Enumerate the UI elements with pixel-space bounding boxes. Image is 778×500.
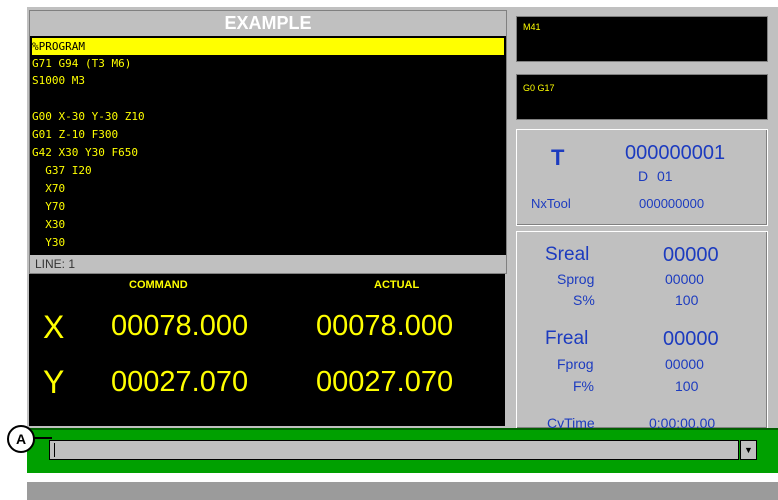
- axis-label-x: X: [43, 309, 65, 345]
- tool-panel: T 000000001 D 01 NxTool 000000000: [516, 129, 768, 226]
- fpct-value: 100: [675, 378, 699, 394]
- fprog-label: Fprog: [557, 356, 594, 372]
- program-line[interactable]: G01 Z-10 F300: [32, 126, 504, 143]
- program-line[interactable]: G42 X30 Y30 F650: [32, 144, 504, 161]
- command-value-x: 00078.000: [111, 310, 249, 342]
- program-title: EXAMPLE: [30, 11, 506, 36]
- spindle-feed-panel: Sreal 00000 Sprog 00000 S% 100 Freal 000…: [516, 231, 768, 429]
- line-indicator: LINE: 1: [35, 257, 76, 271]
- command-line-bar: ▼: [27, 428, 778, 473]
- g-codes-box: G0 G17: [516, 74, 768, 120]
- tool-d-label: D: [638, 168, 649, 184]
- program-line[interactable]: X30: [32, 216, 504, 233]
- cycle-time-label: CyTime: [547, 415, 595, 429]
- spct-label: S%: [573, 292, 595, 308]
- program-line[interactable]: Y30: [32, 234, 504, 251]
- command-header: COMMAND: [129, 279, 188, 291]
- tool-number: 000000001: [625, 142, 726, 164]
- sprog-label: Sprog: [557, 271, 595, 287]
- coordinates-panel: COMMAND ACTUAL X 00078.000 00078.000 Y 0…: [29, 274, 505, 426]
- sprog-value: 00000: [665, 271, 704, 287]
- actual-value-x: 00078.000: [316, 310, 454, 342]
- chevron-down-icon[interactable]: ▼: [740, 440, 757, 460]
- program-line[interactable]: G37 I20: [32, 162, 504, 179]
- tool-label: T: [551, 145, 565, 170]
- spct-value: 100: [675, 292, 699, 308]
- program-panel: EXAMPLE %PROGRAM G71 G94 (T3 M6) S1000 M…: [29, 10, 507, 274]
- g-codes-text: G0 G17: [523, 83, 555, 93]
- next-tool-value: 000000000: [639, 196, 705, 211]
- m-codes-box: M41: [516, 16, 768, 62]
- actual-header: ACTUAL: [374, 279, 420, 291]
- command-input[interactable]: [49, 440, 739, 460]
- m-codes-text: M41: [523, 22, 541, 32]
- program-line[interactable]: S1000 M3: [32, 72, 504, 89]
- command-value-y: 00027.070: [111, 366, 249, 398]
- freal-label: Freal: [545, 328, 589, 349]
- cycle-time-value: 0:00:00.00: [649, 415, 716, 429]
- next-tool-label: NxTool: [531, 196, 571, 211]
- annotation-pointer-line: [32, 437, 52, 439]
- actual-value-y: 00027.070: [316, 366, 454, 398]
- text-cursor: [54, 443, 55, 457]
- tool-d-value: 01: [657, 168, 673, 184]
- program-line[interactable]: %PROGRAM: [32, 38, 504, 55]
- program-line[interactable]: Y70: [32, 198, 504, 215]
- fprog-value: 00000: [665, 356, 704, 372]
- sreal-label: Sreal: [545, 244, 590, 265]
- annotation-marker: A: [7, 425, 35, 453]
- fpct-label: F%: [573, 378, 594, 394]
- program-line[interactable]: X70: [32, 180, 504, 197]
- axis-label-y: Y: [43, 364, 65, 400]
- line-indicator-bar: LINE: 1: [30, 255, 506, 273]
- status-bar: [27, 482, 778, 500]
- program-line[interactable]: [32, 89, 504, 106]
- sreal-value: 00000: [663, 244, 719, 266]
- freal-value: 00000: [663, 328, 719, 350]
- program-line[interactable]: G71 G94 (T3 M6): [32, 55, 504, 72]
- program-line[interactable]: G00 X-30 Y-30 Z10: [32, 108, 504, 125]
